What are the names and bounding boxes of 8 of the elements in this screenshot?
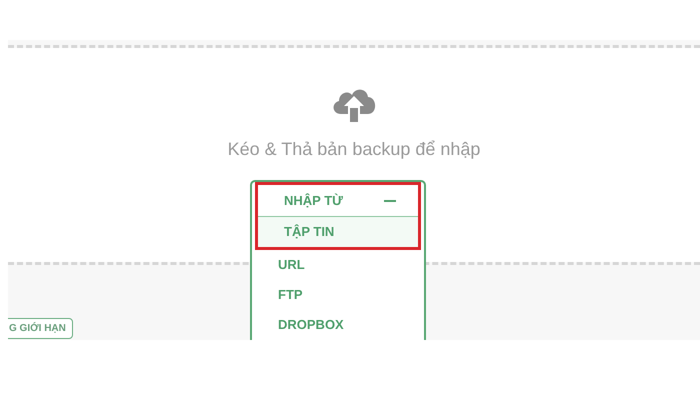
dropzone-message: Kéo & Thả bản backup để nhập (228, 138, 480, 161)
minus-icon (384, 200, 396, 202)
menu-title: NHẬP TỪ (284, 192, 343, 210)
menu-item[interactable]: TẬP TIN (258, 217, 418, 247)
menu-item[interactable]: URL (252, 250, 424, 280)
menu-item[interactable]: FTP (252, 280, 424, 310)
menu-item[interactable]: DROPBOX (252, 310, 424, 340)
limit-badge: G GIỚI HẠN (8, 318, 73, 339)
